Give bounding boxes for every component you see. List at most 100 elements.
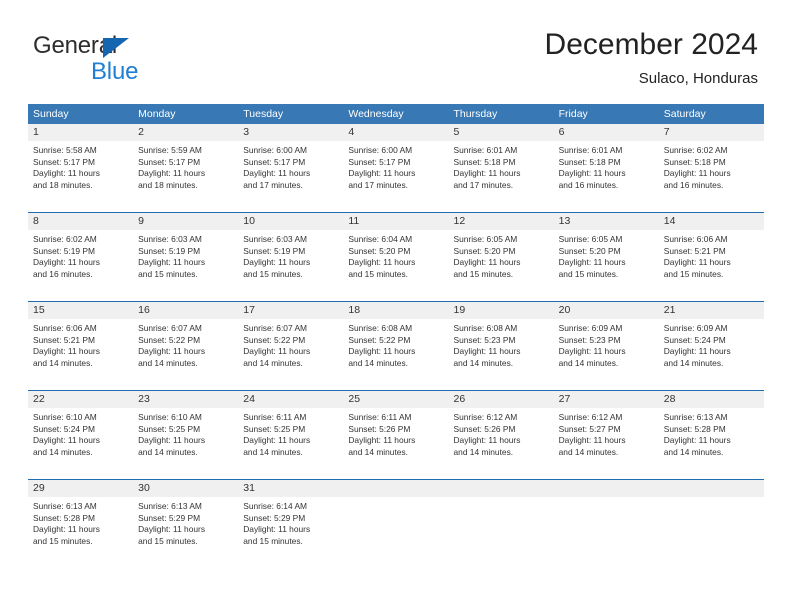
day-cell[interactable]: Sunrise: 6:09 AM Sunset: 5:23 PM Dayligh… bbox=[554, 319, 659, 390]
day-cell[interactable]: Sunrise: 6:10 AM Sunset: 5:24 PM Dayligh… bbox=[28, 408, 133, 479]
daylight-text-line2: and 14 minutes. bbox=[453, 357, 514, 368]
day-cell[interactable]: Sunrise: 6:00 AM Sunset: 5:17 PM Dayligh… bbox=[343, 141, 448, 212]
day-cell[interactable]: Sunrise: 5:59 AM Sunset: 5:17 PM Dayligh… bbox=[133, 141, 238, 212]
day-cell[interactable]: Sunrise: 6:04 AM Sunset: 5:20 PM Dayligh… bbox=[343, 230, 448, 301]
sunset-text: Sunset: 5:26 PM bbox=[348, 423, 411, 434]
daylight-text-line1: Daylight: 11 hours bbox=[243, 257, 311, 268]
day-cell[interactable]: Sunrise: 6:13 AM Sunset: 5:29 PM Dayligh… bbox=[133, 497, 238, 568]
day-cell[interactable]: Sunrise: 6:09 AM Sunset: 5:24 PM Dayligh… bbox=[659, 319, 764, 390]
day-number[interactable]: 9 bbox=[133, 213, 238, 230]
day-cell[interactable]: Sunrise: 6:05 AM Sunset: 5:20 PM Dayligh… bbox=[449, 230, 554, 301]
day-number[interactable]: 20 bbox=[554, 302, 659, 319]
day-cell[interactable]: Sunrise: 6:14 AM Sunset: 5:29 PM Dayligh… bbox=[238, 497, 343, 568]
day-cell[interactable]: Sunrise: 6:03 AM Sunset: 5:19 PM Dayligh… bbox=[238, 230, 343, 301]
day-number[interactable]: 29 bbox=[28, 480, 133, 497]
daylight-text-line2: and 15 minutes. bbox=[453, 268, 514, 279]
sunset-text: Sunset: 5:18 PM bbox=[663, 156, 726, 167]
weekday-header-thursday: Thursday bbox=[453, 108, 498, 120]
day-number[interactable]: 13 bbox=[554, 213, 659, 230]
day-number[interactable]: 30 bbox=[133, 480, 238, 497]
day-cell[interactable]: Sunrise: 6:07 AM Sunset: 5:22 PM Dayligh… bbox=[238, 319, 343, 390]
sunset-text: Sunset: 5:22 PM bbox=[243, 334, 306, 345]
sunset-text: Sunset: 5:18 PM bbox=[558, 156, 621, 167]
sunrise-text: Sunrise: 6:13 AM bbox=[138, 501, 202, 511]
day-number[interactable]: 5 bbox=[449, 124, 554, 141]
day-cell[interactable]: Sunrise: 6:08 AM Sunset: 5:22 PM Dayligh… bbox=[343, 319, 448, 390]
day-number[interactable]: 7 bbox=[659, 124, 764, 141]
day-cell[interactable]: Sunrise: 5:58 AM Sunset: 5:17 PM Dayligh… bbox=[28, 141, 133, 212]
sunrise-text: Sunrise: 6:13 AM bbox=[33, 501, 97, 511]
day-number[interactable]: 4 bbox=[343, 124, 448, 141]
day-cell[interactable]: Sunrise: 6:08 AM Sunset: 5:23 PM Dayligh… bbox=[449, 319, 554, 390]
day-number[interactable]: 23 bbox=[133, 391, 238, 408]
sunrise-text: Sunrise: 6:11 AM bbox=[348, 412, 412, 422]
day-detail-row: Sunrise: 5:58 AM Sunset: 5:17 PM Dayligh… bbox=[28, 141, 764, 212]
day-number[interactable]: 8 bbox=[28, 213, 133, 230]
day-cell[interactable]: Sunrise: 6:03 AM Sunset: 5:19 PM Dayligh… bbox=[133, 230, 238, 301]
daylight-text-line1: Daylight: 11 hours bbox=[558, 435, 626, 446]
day-cell[interactable]: Sunrise: 6:01 AM Sunset: 5:18 PM Dayligh… bbox=[449, 141, 554, 212]
daylight-text-line1: Daylight: 11 hours bbox=[453, 435, 521, 446]
day-cell[interactable]: Sunrise: 6:02 AM Sunset: 5:18 PM Dayligh… bbox=[659, 141, 764, 212]
sunrise-text: Sunrise: 6:01 AM bbox=[558, 145, 623, 155]
day-number[interactable]: 3 bbox=[238, 124, 343, 141]
day-number[interactable]: 16 bbox=[133, 302, 238, 319]
weekday-header-wednesday: Wednesday bbox=[348, 108, 404, 120]
day-number[interactable]: 28 bbox=[659, 391, 764, 408]
day-cell[interactable]: Sunrise: 6:12 AM Sunset: 5:27 PM Dayligh… bbox=[554, 408, 659, 479]
day-cell[interactable]: Sunrise: 6:13 AM Sunset: 5:28 PM Dayligh… bbox=[659, 408, 764, 479]
daylight-text-line1: Daylight: 11 hours bbox=[558, 346, 626, 357]
sunset-text: Sunset: 5:29 PM bbox=[243, 512, 306, 523]
day-number[interactable]: 6 bbox=[554, 124, 659, 141]
day-cell[interactable]: Sunrise: 6:00 AM Sunset: 5:17 PM Dayligh… bbox=[238, 141, 343, 212]
day-number[interactable]: 31 bbox=[238, 480, 343, 497]
sunrise-text: Sunrise: 6:12 AM bbox=[558, 412, 623, 422]
daylight-text-line2: and 14 minutes. bbox=[138, 446, 198, 457]
day-number[interactable]: 17 bbox=[238, 302, 343, 319]
day-number[interactable]: 24 bbox=[238, 391, 343, 408]
day-number[interactable]: 11 bbox=[343, 213, 448, 230]
day-cell[interactable]: Sunrise: 6:11 AM Sunset: 5:25 PM Dayligh… bbox=[238, 408, 343, 479]
day-number[interactable]: 27 bbox=[554, 391, 659, 408]
day-cell-empty bbox=[343, 497, 448, 568]
day-cell[interactable]: Sunrise: 6:12 AM Sunset: 5:26 PM Dayligh… bbox=[449, 408, 554, 479]
daylight-text-line1: Daylight: 11 hours bbox=[33, 524, 100, 535]
day-number[interactable]: 10 bbox=[238, 213, 343, 230]
day-cell-empty bbox=[554, 497, 659, 568]
day-cell[interactable]: Sunrise: 6:06 AM Sunset: 5:21 PM Dayligh… bbox=[28, 319, 133, 390]
day-cell[interactable]: Sunrise: 6:02 AM Sunset: 5:19 PM Dayligh… bbox=[28, 230, 133, 301]
day-cell[interactable]: Sunrise: 6:06 AM Sunset: 5:21 PM Dayligh… bbox=[659, 230, 764, 301]
day-number[interactable]: 15 bbox=[28, 302, 133, 319]
daylight-text-line1: Daylight: 11 hours bbox=[33, 346, 100, 357]
daylight-text-line2: and 15 minutes. bbox=[558, 268, 619, 279]
day-number[interactable]: 12 bbox=[449, 213, 554, 230]
day-cell[interactable]: Sunrise: 6:05 AM Sunset: 5:20 PM Dayligh… bbox=[554, 230, 659, 301]
day-number[interactable]: 26 bbox=[449, 391, 554, 408]
sunrise-text: Sunrise: 6:09 AM bbox=[663, 323, 728, 333]
sunset-text: Sunset: 5:28 PM bbox=[663, 423, 726, 434]
day-number[interactable]: 22 bbox=[28, 391, 133, 408]
day-number[interactable]: 18 bbox=[343, 302, 448, 319]
day-cell[interactable]: Sunrise: 6:11 AM Sunset: 5:26 PM Dayligh… bbox=[343, 408, 448, 479]
daylight-text-line1: Daylight: 11 hours bbox=[663, 346, 731, 357]
daylight-text-line1: Daylight: 11 hours bbox=[243, 524, 311, 535]
day-number[interactable]: 25 bbox=[343, 391, 448, 408]
day-number[interactable]: 1 bbox=[28, 124, 133, 141]
daylight-text-line2: and 15 minutes. bbox=[243, 268, 303, 279]
day-number[interactable]: 21 bbox=[659, 302, 764, 319]
sunset-text: Sunset: 5:19 PM bbox=[33, 245, 95, 256]
day-cell[interactable]: Sunrise: 6:13 AM Sunset: 5:28 PM Dayligh… bbox=[28, 497, 133, 568]
sunrise-text: Sunrise: 6:10 AM bbox=[138, 412, 202, 422]
day-cell[interactable]: Sunrise: 6:10 AM Sunset: 5:25 PM Dayligh… bbox=[133, 408, 238, 479]
day-number[interactable]: 14 bbox=[659, 213, 764, 230]
day-number[interactable]: 19 bbox=[449, 302, 554, 319]
daylight-text-line1: Daylight: 11 hours bbox=[663, 168, 731, 179]
generalblue-logo[interactable]: General Blue bbox=[33, 32, 253, 88]
day-detail-row: Sunrise: 6:10 AM Sunset: 5:24 PM Dayligh… bbox=[28, 408, 764, 479]
day-number[interactable]: 2 bbox=[133, 124, 238, 141]
day-number-empty bbox=[659, 480, 764, 497]
sunrise-text: Sunrise: 6:11 AM bbox=[243, 412, 307, 422]
weekday-header-row: Sunday Monday Tuesday Wednesday Thursday… bbox=[28, 104, 764, 124]
day-cell[interactable]: Sunrise: 6:07 AM Sunset: 5:22 PM Dayligh… bbox=[133, 319, 238, 390]
day-cell[interactable]: Sunrise: 6:01 AM Sunset: 5:18 PM Dayligh… bbox=[554, 141, 659, 212]
